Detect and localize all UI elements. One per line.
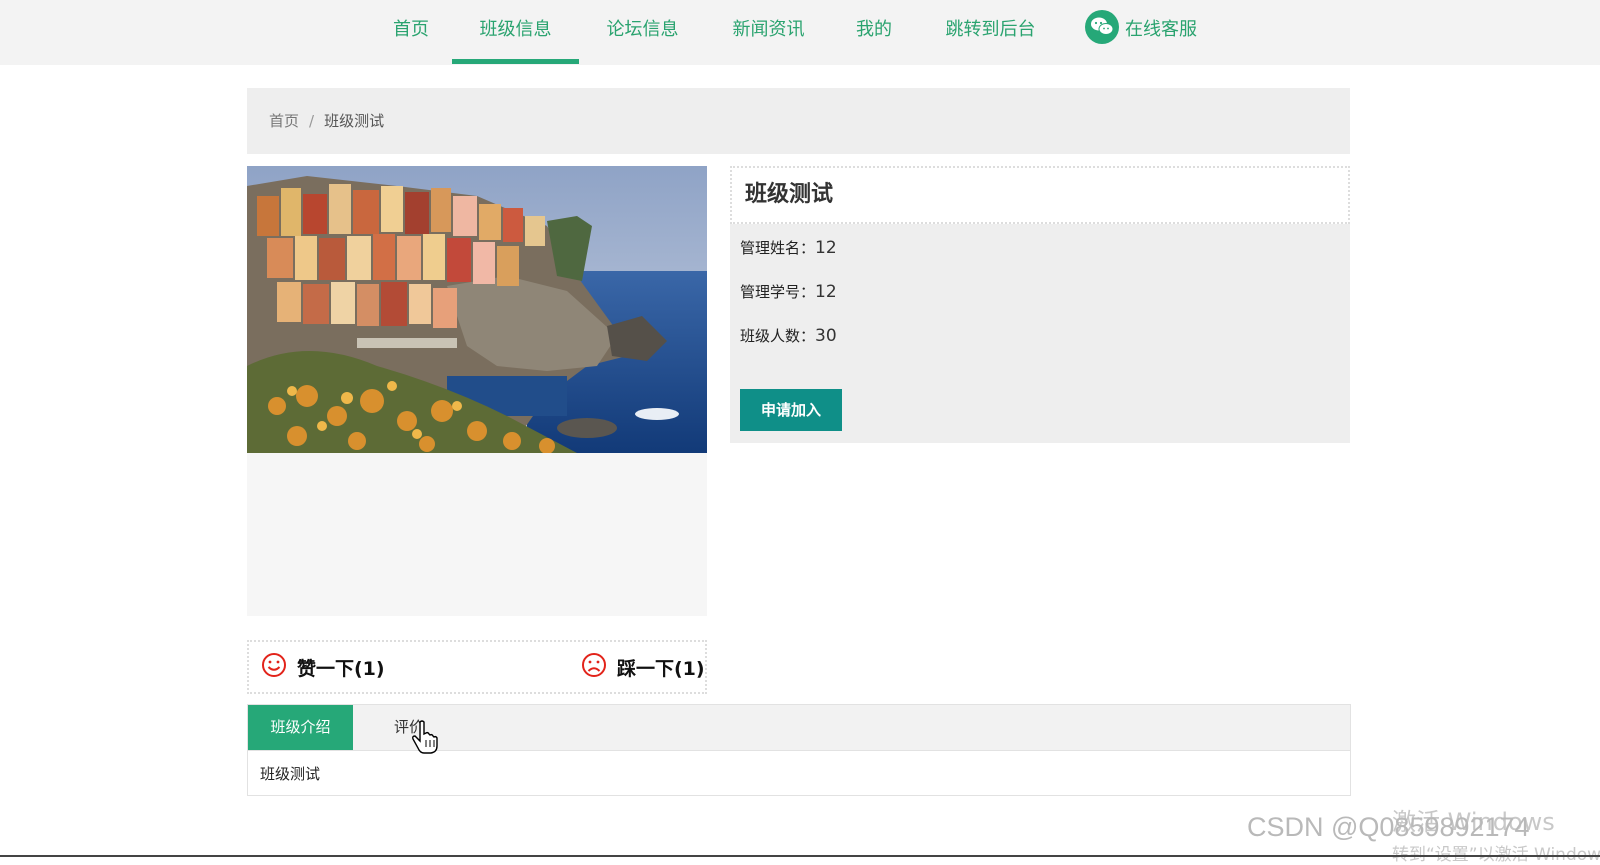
class-title-text: 班级测试	[745, 182, 834, 207]
field-value: 12	[815, 282, 837, 302]
nav-item-forum[interactable]: 论坛信息	[601, 0, 684, 59]
nav-item-class-info[interactable]: 班级信息	[452, 0, 579, 64]
field-label: 管理姓名：	[740, 239, 816, 257]
breadcrumb-current: 班级测试	[324, 112, 385, 130]
breadcrumb: 首页 / 班级测试	[247, 88, 1350, 154]
tab-content: 班级测试	[260, 765, 321, 783]
like-button[interactable]: 赞一下(1)	[261, 642, 385, 692]
dislike-label: 踩一下(1)	[617, 657, 705, 680]
field-label: 班级人数：	[740, 327, 816, 345]
field-admin-name: 管理姓名：12	[740, 237, 837, 258]
class-photo	[247, 166, 707, 453]
nav-item-backend[interactable]: 跳转到后台	[939, 0, 1042, 59]
frown-icon	[581, 652, 607, 683]
tab-class-intro[interactable]: 班级介绍	[248, 705, 353, 750]
field-value: 12	[815, 238, 837, 258]
class-info-panel: 管理姓名：12 管理学号：12 班级人数：30 申请加入	[730, 224, 1350, 443]
customer-service-label: 在线客服	[1125, 19, 1197, 40]
csdn-watermark: CSDN @Q0859892174	[1247, 812, 1530, 842]
field-admin-id: 管理学号：12	[740, 281, 837, 302]
photo-caption-area	[247, 453, 707, 616]
top-nav: 首页 班级信息 论坛信息 新闻资讯 我的 跳转到后台 在线客服	[0, 0, 1600, 65]
windows-activation-hint: 转到“设置”以激活 Windows。	[1392, 845, 1600, 865]
field-label: 管理学号：	[740, 283, 816, 301]
smile-icon	[261, 652, 287, 683]
field-class-size: 班级人数：30	[740, 325, 837, 346]
field-value: 30	[815, 326, 837, 346]
nav-item-customer-service[interactable]: 在线客服	[1085, 0, 1197, 59]
wechat-icon	[1085, 9, 1119, 44]
hand-cursor-icon	[412, 720, 438, 758]
breadcrumb-home[interactable]: 首页	[269, 88, 299, 154]
vote-box: 赞一下(1) 踩一下(1)	[247, 640, 707, 694]
apply-join-button[interactable]: 申请加入	[740, 389, 842, 431]
nav-item-news[interactable]: 新闻资讯	[727, 0, 810, 59]
breadcrumb-separator: /	[309, 112, 315, 130]
nav-item-home[interactable]: 首页	[390, 0, 432, 59]
dislike-button[interactable]: 踩一下(1)	[581, 642, 705, 692]
nav-item-mine[interactable]: 我的	[853, 0, 895, 59]
like-label: 赞一下(1)	[297, 657, 385, 680]
class-title: 班级测试	[730, 166, 1350, 224]
